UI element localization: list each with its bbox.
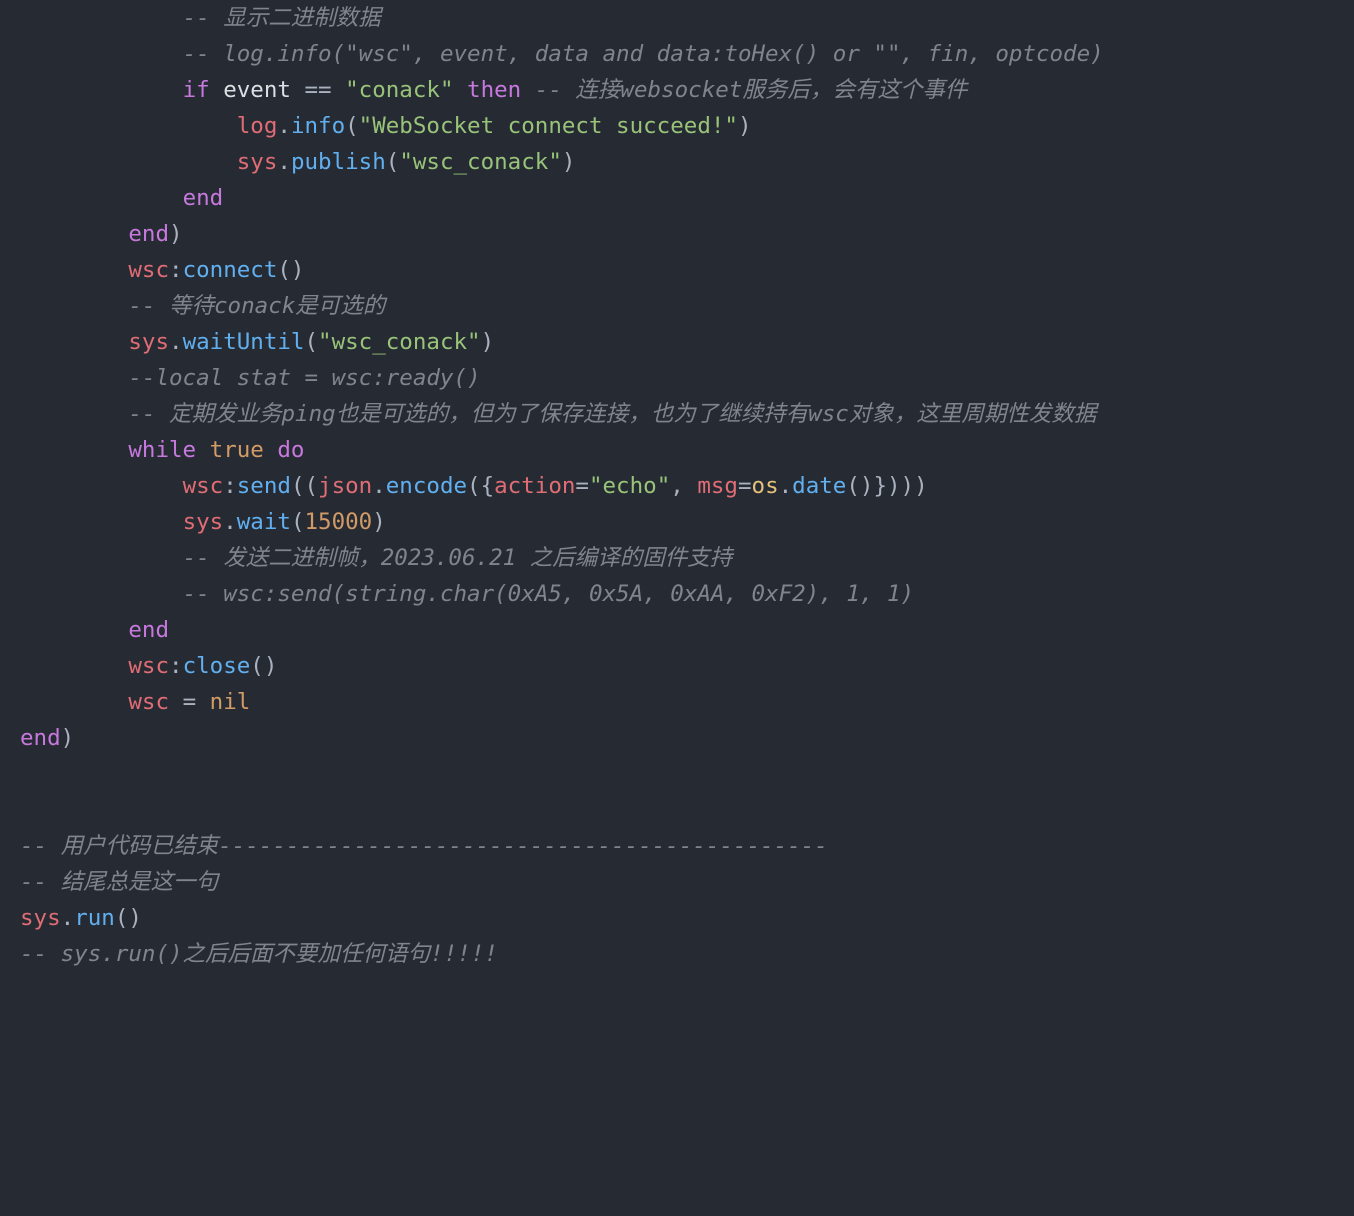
code-editor[interactable]: -- 显示二进制数据 -- log.info("wsc", event, dat…	[0, 0, 1354, 992]
code-line: wsc:connect()	[20, 257, 304, 283]
code-comment: -- sys.run()之后后面不要加任何语句!!!!!	[20, 941, 498, 967]
code-line: end	[20, 185, 223, 211]
code-line: sys.wait(15000)	[20, 509, 386, 535]
code-comment: -- 定期发业务ping也是可选的，但为了保存连接，也为了继续持有wsc对象，这…	[20, 401, 1096, 427]
code-line: end	[20, 617, 169, 643]
code-comment: -- 用户代码已结束------------------------------…	[20, 833, 828, 859]
code-line: log.info("WebSocket connect succeed!")	[20, 113, 752, 139]
code-line: wsc:send((json.encode({action="echo", ms…	[20, 473, 928, 499]
code-comment: -- 显示二进制数据	[20, 5, 381, 31]
code-line: end)	[20, 221, 183, 247]
code-line: wsc = nil	[20, 689, 250, 715]
code-comment: -- 结尾总是这一句	[20, 869, 218, 895]
code-line: if event == "conack" then -- 连接websocket…	[20, 77, 967, 103]
code-line: sys.run()	[20, 905, 142, 931]
code-line: end)	[20, 725, 74, 751]
code-line: while true do	[20, 437, 304, 463]
code-line: sys.publish("wsc_conack")	[20, 149, 575, 175]
code-comment: -- wsc:send(string.char(0xA5, 0x5A, 0xAA…	[20, 581, 914, 607]
code-line: wsc:close()	[20, 653, 277, 679]
code-line: sys.waitUntil("wsc_conack")	[20, 329, 494, 355]
code-comment: --local stat = wsc:ready()	[20, 365, 481, 391]
code-comment: -- 发送二进制帧，2023.06.21 之后编译的固件支持	[20, 545, 732, 571]
code-comment: -- 等待conack是可选的	[20, 293, 385, 319]
code-comment: -- log.info("wsc", event, data and data:…	[20, 41, 1104, 67]
